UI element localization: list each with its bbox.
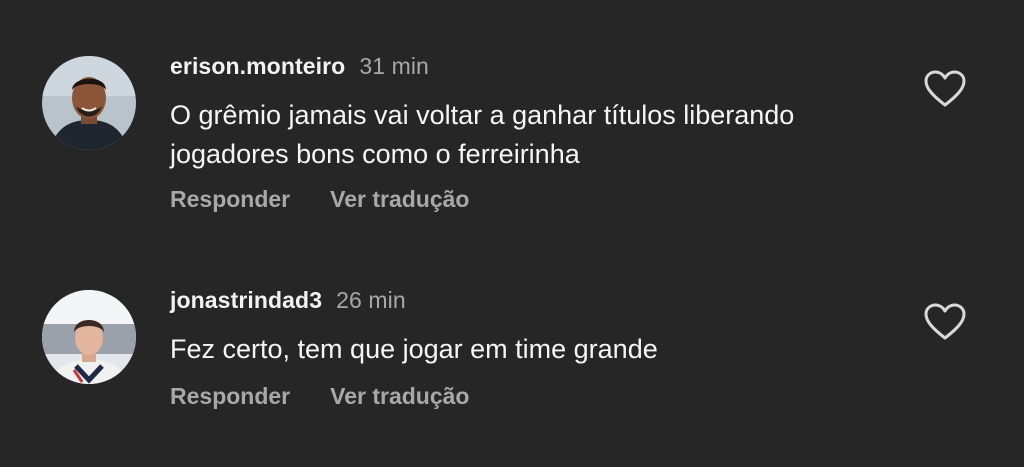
- avatar[interactable]: [42, 290, 136, 384]
- comment-timestamp: 26 min: [336, 287, 406, 313]
- reply-button[interactable]: Responder: [170, 186, 290, 212]
- comment-timestamp: 31 min: [359, 53, 429, 79]
- comment-text: O grêmio jamais vai voltar a ganhar títu…: [170, 100, 795, 169]
- user-photo-icon: [42, 56, 136, 150]
- see-translation-button[interactable]: Ver tradução: [330, 383, 469, 409]
- comments-list: erison.monteiro 31 min O grêmio jamais va…: [0, 0, 1024, 467]
- comment-header: erison.monteiro 31 min: [170, 53, 429, 80]
- comment-actions: Responder Ver tradução: [170, 186, 469, 213]
- reply-button[interactable]: Responder: [170, 383, 290, 409]
- avatar[interactable]: [42, 56, 136, 150]
- like-button[interactable]: [924, 303, 966, 341]
- comment-text: Fez certo, tem que jogar em time grande: [170, 334, 658, 364]
- heart-outline-icon: [924, 70, 966, 107]
- comment-actions: Responder Ver tradução: [170, 383, 469, 410]
- comment-header: jonastrindad3 26 min: [170, 287, 406, 314]
- user-photo-icon: [42, 290, 136, 384]
- like-button[interactable]: [924, 70, 966, 108]
- heart-outline-icon: [924, 303, 966, 340]
- username-link[interactable]: erison.monteiro: [170, 53, 345, 79]
- username-link[interactable]: jonastrindad3: [170, 287, 322, 313]
- see-translation-button[interactable]: Ver tradução: [330, 186, 469, 212]
